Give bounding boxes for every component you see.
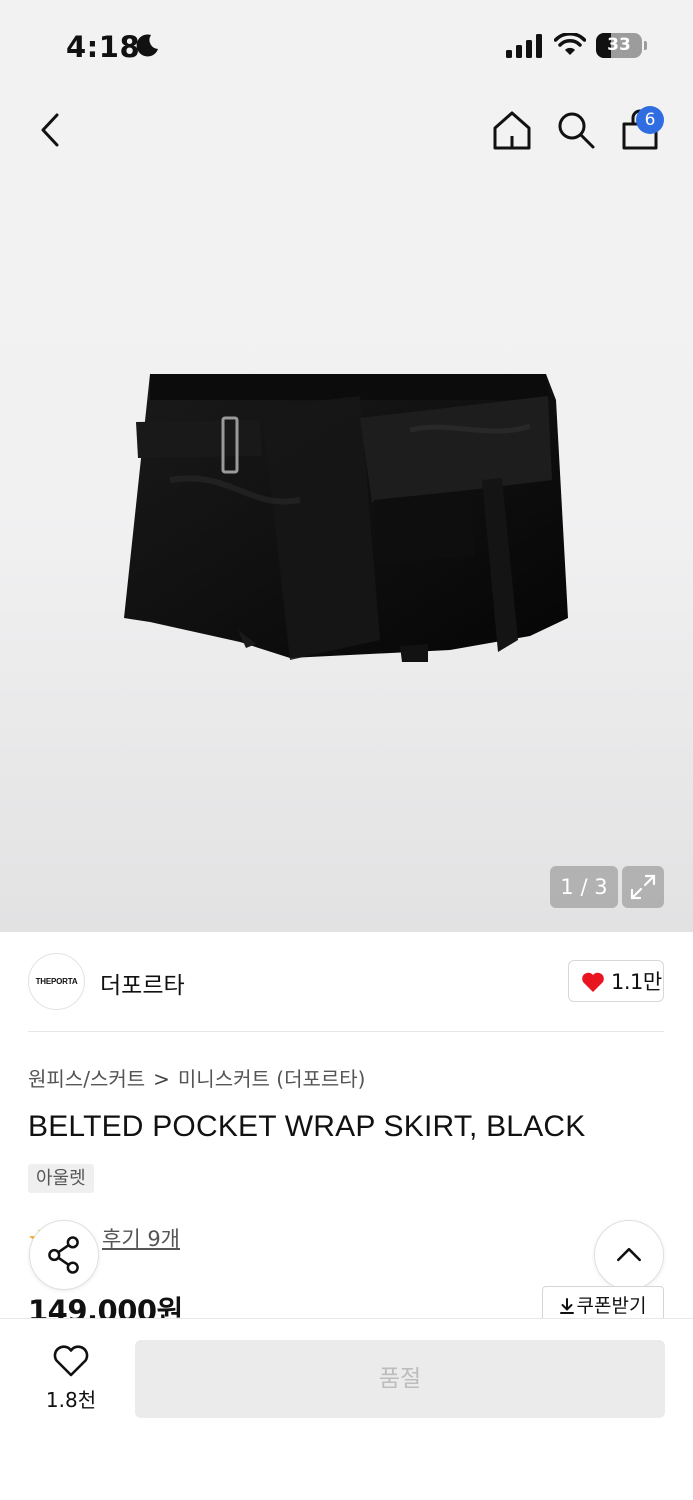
image-page-counter: 1 / 3 [550,866,618,908]
breadcrumb-separator: > [153,1067,170,1091]
brand-like-button[interactable]: 1.1만 [568,960,664,1002]
soldout-button: 품절 [135,1340,665,1418]
download-icon [559,1298,574,1314]
status-time: 4:18 [66,30,141,64]
brand-logo[interactable]: THEPORTA [28,953,85,1010]
product-title: BELTED POCKET WRAP SKIRT, BLACK [28,1110,586,1143]
moon-icon [136,34,158,57]
brand-name[interactable]: 더포르타 [100,966,185,1000]
review-link[interactable]: 후기 9개 [102,1223,180,1253]
wishlist-count: 1.8천 [45,1388,97,1412]
wifi-icon [554,33,586,55]
scroll-to-top-button[interactable] [594,1220,664,1290]
battery-icon: 33 [596,33,648,59]
chevron-up-icon [617,1247,641,1262]
breadcrumb-subcategory[interactable]: 미니스커트 (더포르타) [178,1067,366,1091]
search-icon [558,112,595,149]
heart-outline-icon [53,1345,89,1377]
brand-like-count: 1.1만 [611,970,662,994]
breadcrumb: 원피스/스커트 > 미니스커트 (더포르타) [28,1063,365,1092]
status-bar: 4:18 33 [0,0,693,90]
heart-filled-icon [582,972,604,992]
home-button[interactable] [490,108,534,152]
cart-count-badge: 6 [636,106,664,134]
product-image-skirt [124,374,568,662]
expand-icon [630,874,656,900]
expand-button[interactable] [622,866,664,908]
battery-level: 33 [607,35,631,55]
cellular-signal-icon [506,34,542,58]
share-icon [48,1236,79,1274]
chevron-left-icon [41,113,59,147]
back-button[interactable] [30,108,70,152]
home-icon [493,111,531,150]
wishlist-button[interactable]: 1.8천 [30,1340,112,1420]
share-button[interactable] [29,1220,99,1290]
outlet-tag: 아울렛 [28,1164,94,1193]
divider [28,1031,664,1032]
breadcrumb-category[interactable]: 원피스/스커트 [28,1067,145,1091]
search-button[interactable] [554,108,598,152]
coupon-label: 쿠폰받기 [576,1295,647,1317]
